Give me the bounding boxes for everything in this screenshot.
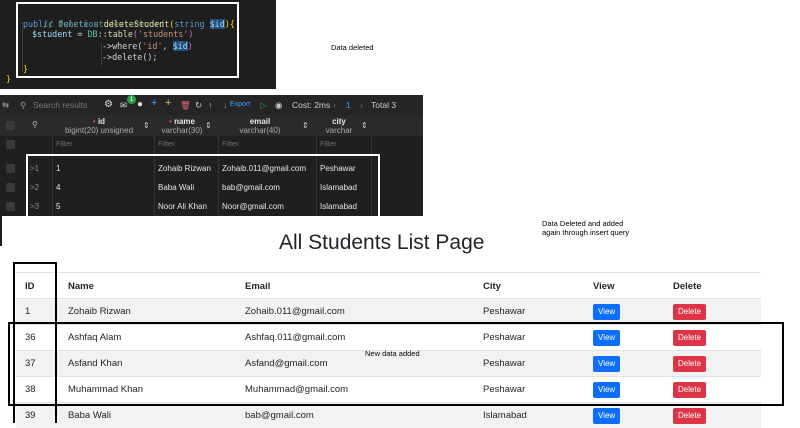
view-button[interactable]: View bbox=[593, 304, 621, 320]
export-icon[interactable]: ↓ bbox=[223, 100, 227, 110]
col-type: varchar(40) bbox=[239, 126, 281, 135]
db-highlight-box bbox=[26, 154, 380, 216]
filter-city[interactable]: Filter bbox=[320, 139, 337, 148]
next-page-icon[interactable]: › bbox=[360, 100, 363, 110]
db-result-grid: ⇆ ⚲ Search results ⚙ ✉ 1 ● + + 🗑 ↻ ↑ ↓ E… bbox=[0, 95, 423, 216]
panel-toggle-icon[interactable]: ⇆ bbox=[2, 100, 9, 111]
note-data-deleted: Data deleted bbox=[331, 43, 374, 52]
divider bbox=[0, 216, 2, 246]
row-checkbox[interactable] bbox=[6, 183, 15, 192]
sort-icon[interactable]: ⇕ bbox=[361, 121, 368, 130]
table-row: 1 Zohaib Rizwan Zohaib.011@gmail.com Pes… bbox=[16, 298, 761, 324]
row-checkbox[interactable] bbox=[6, 164, 15, 173]
run-icon[interactable]: ▷ bbox=[260, 100, 267, 111]
col-name: city bbox=[332, 117, 346, 126]
col-name: id bbox=[97, 117, 106, 126]
cost-label: Cost: 2ms bbox=[292, 100, 331, 110]
sort-icon[interactable]: ⇕ bbox=[302, 121, 309, 130]
col-type: varchar(30) bbox=[161, 126, 203, 135]
header-city: City bbox=[483, 281, 501, 292]
cell-email: bab@gmail.com bbox=[245, 410, 314, 421]
sort-icon[interactable]: ⇕ bbox=[143, 121, 150, 130]
col-type: varchar bbox=[325, 126, 353, 135]
header-name: Name bbox=[68, 281, 94, 292]
delete-button[interactable]: Delete bbox=[673, 408, 707, 424]
prev-page-icon[interactable]: ‹ bbox=[333, 100, 336, 110]
cell-name: Zohaib Rizwan bbox=[68, 306, 131, 317]
cell-email: Zohaib.011@gmail.com bbox=[245, 306, 345, 317]
sort-icon[interactable]: ⇕ bbox=[205, 121, 212, 130]
cell-city: Peshawar bbox=[483, 306, 526, 317]
view-button[interactable]: View bbox=[593, 408, 621, 424]
cell-name: Baba Wali bbox=[68, 410, 111, 421]
select-all-checkbox[interactable] bbox=[6, 121, 15, 130]
header-view: View bbox=[593, 281, 615, 292]
settings-icon[interactable]: ⚙ bbox=[104, 99, 113, 110]
add-row-icon[interactable]: + bbox=[151, 97, 157, 109]
add-icon[interactable]: + bbox=[165, 97, 171, 109]
db-col-name[interactable]: • name varchar(30) bbox=[156, 117, 208, 135]
cell-city: Islamabad bbox=[483, 410, 527, 421]
delete-button[interactable]: Delete bbox=[673, 304, 707, 320]
filter-name[interactable]: Filter bbox=[158, 139, 175, 148]
code-highlight-box bbox=[16, 2, 239, 78]
row-checkbox[interactable] bbox=[6, 140, 15, 149]
new-data-highlight-box bbox=[8, 322, 784, 406]
export-button[interactable]: Export bbox=[230, 101, 250, 108]
col-name: name bbox=[174, 117, 195, 126]
refresh-icon[interactable]: ↻ bbox=[195, 100, 202, 111]
filter-email[interactable]: Filter bbox=[222, 139, 239, 148]
total-label: Total 3 bbox=[371, 100, 397, 110]
search-input[interactable]: Search results bbox=[33, 100, 87, 110]
github-icon[interactable]: ● bbox=[137, 99, 143, 110]
table-header-row: ID Name Email City View Delete bbox=[16, 272, 761, 298]
header-email: Email bbox=[245, 281, 271, 292]
eye-icon[interactable]: ◉ bbox=[275, 100, 282, 111]
search-icon: ⚲ bbox=[32, 120, 38, 129]
header-delete: Delete bbox=[673, 281, 702, 292]
code-editor: // Delete student record public function… bbox=[0, 0, 276, 89]
search-icon: ⚲ bbox=[20, 100, 27, 110]
db-col-email[interactable]: email varchar(40) bbox=[220, 117, 300, 135]
db-col-id[interactable]: • id bigint(20) unsigned bbox=[58, 117, 140, 135]
col-name: email bbox=[249, 117, 271, 126]
notification-badge: 1 bbox=[127, 95, 136, 104]
row-checkbox[interactable] bbox=[6, 202, 15, 211]
filter-id[interactable]: Filter bbox=[56, 139, 73, 148]
page-title: All Students List Page bbox=[279, 231, 485, 254]
note-deleted-added: Data Deleted and added again through ins… bbox=[542, 219, 630, 237]
arrow-up-icon[interactable]: ↑ bbox=[208, 100, 212, 110]
db-toolbar: ⇆ ⚲ Search results ⚙ ✉ 1 ● + + 🗑 ↻ ↑ ↓ E… bbox=[0, 95, 423, 115]
col-type: bigint(20) unsigned bbox=[64, 126, 134, 135]
mail-icon[interactable]: ✉ bbox=[120, 100, 127, 111]
db-filter-row: Filter Filter Filter Filter bbox=[0, 136, 423, 153]
trash-icon[interactable]: 🗑 bbox=[180, 100, 191, 111]
db-header-row: ⚲ • id bigint(20) unsigned ⇕ • name varc… bbox=[0, 115, 423, 136]
db-col-city[interactable]: city varchar bbox=[320, 117, 358, 135]
code-line-7: } bbox=[6, 74, 12, 84]
page-number: 1 bbox=[346, 100, 351, 110]
